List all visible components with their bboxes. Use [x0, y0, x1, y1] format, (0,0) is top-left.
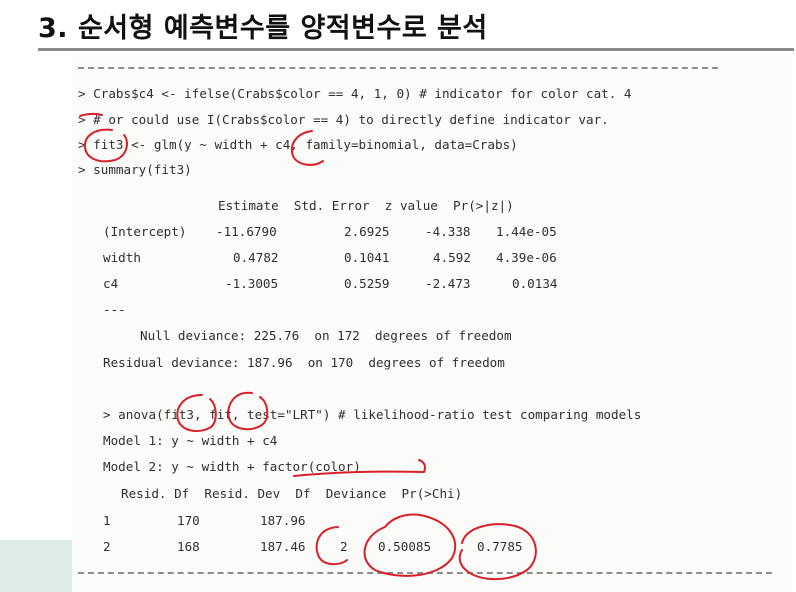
anova-deviance: 0.50085: [378, 539, 432, 554]
coef-name: c4: [103, 276, 119, 291]
command-fit-glm: > fit3 <- glm(y ~ width + c4, family=bin…: [78, 137, 518, 152]
coef-z-value: -2.473: [425, 276, 471, 291]
model-2-formula: Model 2: y ~ width + factor(color): [103, 459, 361, 474]
coef-name: width: [103, 250, 141, 265]
anova-row-index: 1: [103, 513, 111, 528]
coef-estimate: -1.3005: [225, 276, 279, 291]
model-1-formula: Model 1: y ~ width + c4: [103, 433, 278, 448]
coef-z-value: 4.592: [433, 250, 471, 265]
anova-resid-dev: 187.46: [260, 539, 306, 554]
anova-resid-dev: 187.96: [260, 513, 306, 528]
command-comment-indicator: > # or could use I(Crabs$color == 4) to …: [78, 112, 609, 127]
coefficient-table-header: Estimate Std. Error z value Pr(>|z|): [218, 198, 514, 213]
coef-name: (Intercept): [103, 224, 187, 239]
null-deviance-line: Null deviance: 225.76 on 172 degrees of …: [140, 328, 512, 343]
coef-p-value: 1.44e-05: [496, 224, 557, 239]
anova-df: 2: [340, 539, 348, 554]
command-summary: > summary(fit3): [78, 162, 192, 177]
anova-row-index: 2: [103, 539, 111, 554]
title-underline: [38, 48, 794, 51]
anova-p-value: 0.7785: [477, 539, 523, 554]
coef-z-value: -4.338: [425, 224, 471, 239]
coef-p-value: 4.39e-06: [496, 250, 557, 265]
anova-table-header: Resid. Df Resid. Dev Df Deviance Pr(>Chi…: [121, 486, 463, 501]
top-dashed-separator: [78, 67, 718, 69]
slide-corner-accent: [0, 540, 72, 592]
coef-p-value: 0.0134: [512, 276, 558, 291]
coef-estimate: -11.6790: [216, 224, 277, 239]
bottom-dashed-separator: [78, 572, 772, 574]
residual-deviance-line: Residual deviance: 187.96 on 170 degrees…: [103, 355, 505, 370]
coef-std-error: 0.5259: [344, 276, 390, 291]
command-anova: > anova(fit3, fit, test="LRT") # likelih…: [103, 407, 642, 422]
coef-std-error: 2.6925: [344, 224, 390, 239]
anova-resid-df: 168: [177, 539, 200, 554]
slide-title: 3. 순서형 예측변수를 양적변수로 분석: [38, 13, 488, 44]
significance-separator: ---: [103, 302, 126, 317]
coef-std-error: 0.1041: [344, 250, 390, 265]
anova-resid-df: 170: [177, 513, 200, 528]
command-create-c4: > Crabs$c4 <- ifelse(Crabs$color == 4, 1…: [78, 86, 632, 101]
coef-estimate: 0.4782: [233, 250, 279, 265]
